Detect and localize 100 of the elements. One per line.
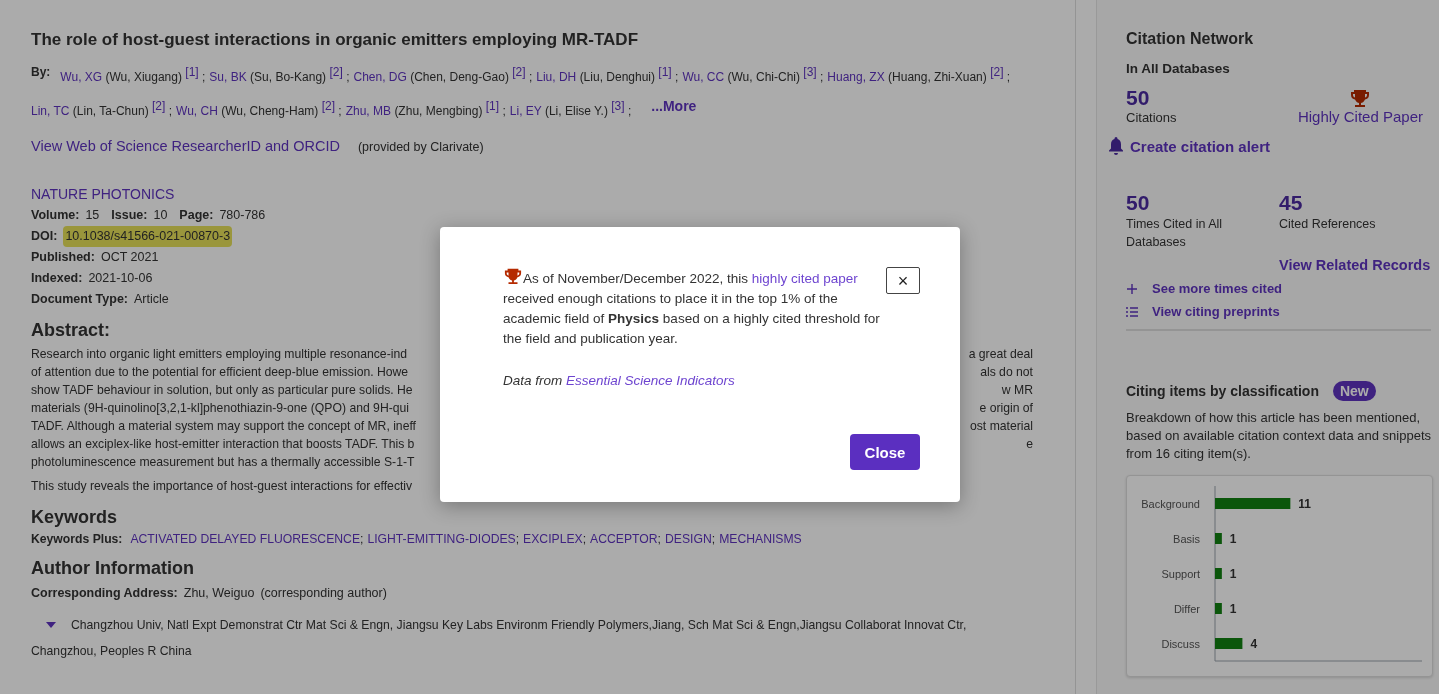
author-link[interactable]: Su, BK [209, 70, 247, 84]
bar [1215, 638, 1243, 649]
trophy-icon [503, 267, 523, 285]
affiliation-link[interactable]: [1] [485, 99, 500, 113]
provider-note: (provided by Clarivate) [357, 140, 484, 154]
author-note: (corresponding author) [260, 585, 387, 602]
field-value: 780-786 [219, 207, 266, 224]
field-label: DOI: [31, 228, 58, 245]
panel-title: Citation Network [1126, 30, 1255, 48]
affiliation-link[interactable]: [3] [803, 65, 817, 79]
affiliation-link[interactable]: [3] [611, 99, 625, 113]
highly-cited-link[interactable]: Highly Cited Paper [1297, 108, 1423, 125]
author-name: (Zhu, Mengbing) [394, 104, 483, 118]
sidebar-link[interactable]: View citing preprints [1152, 304, 1280, 319]
field-value: 10 [153, 207, 168, 224]
author-link[interactable]: Zhu, MB [345, 104, 392, 118]
sidebar-link[interactable]: See more times cited [1152, 281, 1283, 296]
stat-number[interactable]: 50 [1126, 191, 1150, 215]
affiliation-link[interactable]: [2] [990, 65, 1004, 79]
stat-number[interactable]: 45 [1279, 191, 1303, 215]
address-text: Changzhou, Peoples R China [31, 644, 192, 658]
count-label: Citations [1126, 110, 1177, 125]
value-label: 1 [1229, 532, 1237, 546]
author-name: (Li, Elise Y.) [544, 104, 608, 118]
keyword-link[interactable]: EXCIPLEX [523, 532, 583, 546]
field-label: Document Type: [31, 291, 128, 308]
abstract-text: als do not [980, 364, 1033, 381]
separator: ; [202, 70, 206, 84]
field-label: Issue: [111, 207, 148, 224]
author-name: (Huang, Zhi-Xuan) [888, 70, 987, 84]
separator: ; [338, 104, 342, 118]
separator: ; [820, 70, 824, 84]
field-label: Page: [179, 207, 214, 224]
alert-link[interactable]: Create citation alert [1130, 137, 1271, 155]
separator: ; [627, 104, 632, 118]
author-link[interactable]: Huang, ZX [827, 70, 885, 84]
axis-label: Background [1141, 498, 1200, 510]
separator: ; [1006, 70, 1011, 84]
value-label: 1 [1229, 602, 1237, 616]
abstract-text: materials (9H-quinolino[3,2,1-kl]phenothiazin-9-one (QPO) and 9H-qui [31, 400, 409, 417]
abstract-text: photoluminescence measurement but has a thermally accessible S-1-T [31, 454, 415, 471]
keyword-link[interactable]: ACCEPTOR [590, 532, 658, 546]
abstract-text: allows an exciplex-like host-emitter interaction that boosts TADF. This b [31, 436, 415, 453]
journal-link[interactable]: NATURE PHOTONICS [31, 186, 175, 202]
affiliation-link[interactable]: [1] [658, 65, 672, 79]
author-link[interactable]: Li, EY [509, 104, 542, 118]
stat-label: Times Cited in All Databases [1126, 216, 1224, 251]
abstract-text: TADF. Although a material system may support the concept of MR, ineff [31, 418, 416, 435]
close-button[interactable]: × [886, 267, 920, 294]
researcher-link[interactable]: View Web of Science ResearcherID and ORCID [31, 138, 340, 154]
keyword-link[interactable]: DESIGN [665, 532, 712, 546]
affiliation-link[interactable]: [2] [321, 99, 335, 113]
list-icon [1126, 305, 1138, 318]
affiliation-link[interactable]: [2] [512, 65, 526, 79]
stat-label: Cited References [1279, 216, 1377, 233]
abstract-text: ost material [970, 418, 1033, 435]
author-name: (Chen, Deng-Gao) [410, 70, 509, 84]
bar [1215, 568, 1222, 579]
keyword-link[interactable]: MECHANISMS [719, 532, 802, 546]
field-label: Corresponding Address: [31, 585, 178, 602]
close-button[interactable]: Close [850, 434, 920, 470]
related-records-link[interactable]: View Related Records [1279, 257, 1431, 273]
article-title: The role of host-guest interactions in organic emitters employing MR-TADF [31, 30, 639, 50]
caret-down-icon[interactable] [45, 621, 57, 629]
author-link[interactable]: Lin, TC [31, 104, 70, 118]
citation-count: 50 [1126, 86, 1150, 110]
separator: ; [528, 70, 533, 84]
author-name: (Wu, Xiugang) [105, 70, 182, 84]
author-link[interactable]: Liu, DH [536, 70, 577, 84]
affiliation-link[interactable]: [2] [329, 65, 343, 79]
keywords-label: Keywords Plus: [31, 532, 123, 546]
separator: ; [346, 70, 350, 84]
source-link[interactable]: Essential Science Indicators [566, 373, 735, 388]
author-link[interactable]: Wu, CH [176, 104, 218, 118]
abstract-text: This study reveals the importance of host-guest interactions for effectiv [31, 479, 413, 493]
separator: ; [168, 104, 172, 118]
byline-label: By: [31, 64, 51, 81]
bell-icon[interactable] [1108, 137, 1124, 155]
keyword-link[interactable]: ACTIVATED DELAYED FLUORESCENCE [130, 532, 360, 546]
axis-label: Differ [1173, 603, 1200, 615]
author-name: (Wu, Cheng-Ham) [221, 104, 319, 118]
author-name: (Wu, Chi-Chi) [727, 70, 800, 84]
affiliation-link[interactable]: [1] [185, 65, 199, 79]
axis-label: Discuss [1161, 638, 1200, 650]
separator: ; [657, 532, 661, 546]
author-link[interactable]: Wu, CC [682, 70, 725, 84]
highly-cited-link[interactable]: highly cited paper [751, 271, 858, 286]
author-link[interactable]: Wu, XG [60, 70, 103, 84]
author-name: (Liu, Denghui) [579, 70, 655, 84]
axis-label: Basis [1173, 533, 1200, 545]
author-link[interactable]: Chen, DG [353, 70, 407, 84]
abstract-text: show TADF behaviour in solution, but only as particular pure solids. He [31, 382, 413, 399]
field-value: 2021-10-06 [88, 270, 153, 287]
more-link[interactable]: ...More [651, 92, 697, 126]
section-heading: Author Information [31, 558, 194, 579]
keyword-link[interactable]: LIGHT-EMITTING-DIODES [367, 532, 516, 546]
section-heading: Abstract: [31, 320, 110, 341]
separator: ; [360, 532, 364, 546]
affiliation-link[interactable]: [2] [152, 99, 166, 113]
abstract-text: Research into organic light emitters employing multiple resonance-ind [31, 346, 407, 363]
